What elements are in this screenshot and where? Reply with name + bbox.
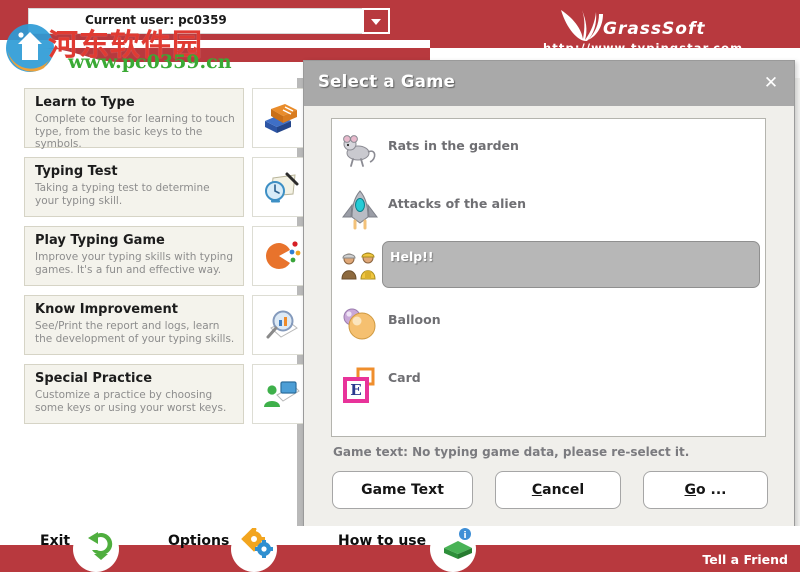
list-item-balloon[interactable]: Balloon bbox=[332, 301, 765, 351]
menu-item-desc: See/Print the report and logs, learn the… bbox=[35, 320, 235, 345]
menu-icon-special-practice[interactable] bbox=[252, 364, 310, 424]
cancel-button[interactable]: Cancel bbox=[495, 471, 621, 509]
dialog-button-row: Game Text Cancel Go ... bbox=[332, 471, 768, 509]
spaceship-icon bbox=[336, 185, 384, 233]
tell-a-friend-link[interactable]: Tell a Friend bbox=[702, 552, 788, 567]
game-text-button-label: Game Text bbox=[361, 482, 444, 498]
current-user-label: Current user: pc0359 bbox=[85, 13, 227, 27]
chevron-down-icon[interactable] bbox=[362, 8, 390, 34]
game-listbox[interactable]: Rats in the garden Attacks of the alien bbox=[331, 118, 766, 437]
list-item-label: Help!! bbox=[390, 249, 434, 264]
list-item-label: Balloon bbox=[388, 312, 441, 327]
green-arrow-icon bbox=[88, 532, 113, 560]
application-window: Current user: pc0359 河东软件园 www.pc0359.cn… bbox=[0, 0, 800, 572]
menu-row: Typing Test Taking a typing test to dete… bbox=[24, 157, 314, 217]
current-user-combobox[interactable]: Current user: pc0359 bbox=[28, 8, 390, 34]
magnifier-report-icon bbox=[266, 310, 298, 339]
menu-item-learn-to-type[interactable]: Learn to Type Complete course for learni… bbox=[24, 88, 244, 150]
list-item-label: Rats in the garden bbox=[388, 138, 519, 153]
go-button[interactable]: Go ... bbox=[643, 471, 768, 509]
menu-item-desc: Improve your typing skills with typing g… bbox=[35, 251, 233, 276]
green-book-icon: i bbox=[444, 528, 472, 559]
header-swoop-decoration bbox=[0, 40, 430, 62]
menu-icon-know-improvement[interactable] bbox=[252, 295, 310, 355]
game-text-button[interactable]: Game Text bbox=[332, 471, 473, 509]
go-button-mnemonic: G bbox=[684, 482, 697, 498]
card-e-icon: E bbox=[336, 359, 384, 407]
dialog-title: Select a Game bbox=[318, 72, 456, 91]
menu-row: Special Practice Customize a practice by… bbox=[24, 364, 314, 424]
menu-row: Know Improvement See/Print the report an… bbox=[24, 295, 314, 355]
list-item-selection-highlight bbox=[382, 241, 760, 288]
svg-text:i: i bbox=[463, 531, 466, 541]
list-item-label: Card bbox=[388, 370, 421, 385]
select-a-game-dialog: Select a Game ✕ Rats in the garden Attac… bbox=[303, 60, 795, 530]
how-to-use-button[interactable]: How to use i bbox=[338, 526, 498, 572]
firemen-icon bbox=[336, 243, 384, 291]
options-button[interactable]: Options bbox=[168, 526, 288, 572]
list-item-attacks-of-the-alien[interactable]: Attacks of the alien bbox=[332, 185, 765, 235]
list-item-rats-in-the-garden[interactable]: Rats in the garden bbox=[332, 127, 765, 177]
menu-item-know-improvement[interactable]: Know Improvement See/Print the report an… bbox=[24, 295, 244, 355]
pacman-dots-icon bbox=[266, 241, 301, 270]
menu-item-desc: Taking a typing test to determine your t… bbox=[35, 182, 210, 207]
menu-item-title: Learn to Type bbox=[35, 95, 135, 110]
list-item-help[interactable]: Help!! bbox=[332, 241, 765, 293]
brand-url[interactable]: http://www.typingstar.com bbox=[543, 41, 743, 55]
menu-item-play-typing-game[interactable]: Play Typing Game Improve your typing ski… bbox=[24, 226, 244, 286]
gears-icon bbox=[241, 528, 273, 558]
svg-text:E: E bbox=[350, 381, 361, 399]
menu-item-desc: Customize a practice by choosing some ke… bbox=[35, 389, 227, 414]
cancel-button-mnemonic: C bbox=[531, 482, 543, 498]
menu-item-title: Know Improvement bbox=[35, 302, 178, 317]
list-item-card[interactable]: E Card bbox=[332, 359, 765, 409]
menu-icon-play-typing-game[interactable] bbox=[252, 226, 310, 286]
list-item-label: Attacks of the alien bbox=[388, 196, 527, 211]
exit-button-label: Exit bbox=[40, 533, 71, 549]
menu-item-special-practice[interactable]: Special Practice Customize a practice by… bbox=[24, 364, 244, 424]
menu-item-title: Typing Test bbox=[35, 164, 118, 179]
main-menu-list: Learn to Type Complete course for learni… bbox=[24, 88, 314, 433]
exit-button[interactable]: Exit bbox=[40, 526, 130, 572]
clock-pen-icon bbox=[265, 172, 299, 203]
cancel-button-label: ancel bbox=[542, 482, 585, 498]
menu-icon-learn-to-type[interactable] bbox=[252, 88, 310, 148]
menu-row: Play Typing Game Improve your typing ski… bbox=[24, 226, 314, 286]
menu-row: Learn to Type Complete course for learni… bbox=[24, 88, 314, 150]
brand-area: GrassSoft http://www.typingstar.com bbox=[535, 6, 795, 55]
user-computer-icon bbox=[264, 381, 300, 407]
options-button-label: Options bbox=[168, 533, 230, 549]
menu-icon-typing-test[interactable] bbox=[252, 157, 310, 217]
menu-item-title: Special Practice bbox=[35, 371, 153, 386]
go-button-label: o ... bbox=[696, 482, 727, 498]
menu-item-title: Play Typing Game bbox=[35, 233, 165, 248]
game-text-status: Game text: No typing game data, please r… bbox=[333, 445, 690, 459]
menu-item-typing-test[interactable]: Typing Test Taking a typing test to dete… bbox=[24, 157, 244, 217]
books-icon bbox=[265, 104, 297, 133]
bottom-toolbar: Exit Options How to use i Tell a Friend bbox=[0, 526, 800, 572]
balloon-icon bbox=[336, 301, 384, 349]
close-icon[interactable]: ✕ bbox=[760, 72, 782, 94]
how-to-use-button-label: How to use bbox=[338, 533, 427, 549]
brand-name: GrassSoft bbox=[603, 19, 706, 39]
rat-icon bbox=[336, 127, 384, 175]
menu-item-desc: Complete course for learning to touch ty… bbox=[35, 113, 235, 150]
